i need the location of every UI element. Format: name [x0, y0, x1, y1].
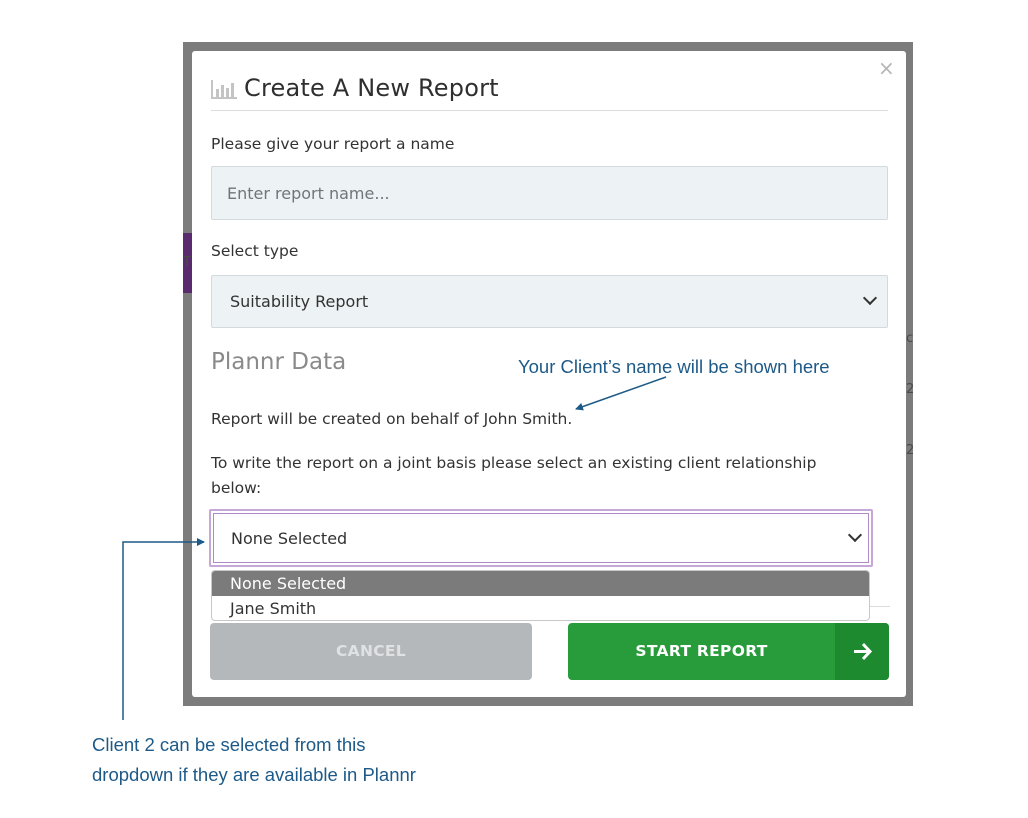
arrow-to-client-name	[575, 376, 667, 411]
annotation-arrows	[122, 376, 667, 720]
arrow-to-joint-select	[122, 538, 205, 720]
